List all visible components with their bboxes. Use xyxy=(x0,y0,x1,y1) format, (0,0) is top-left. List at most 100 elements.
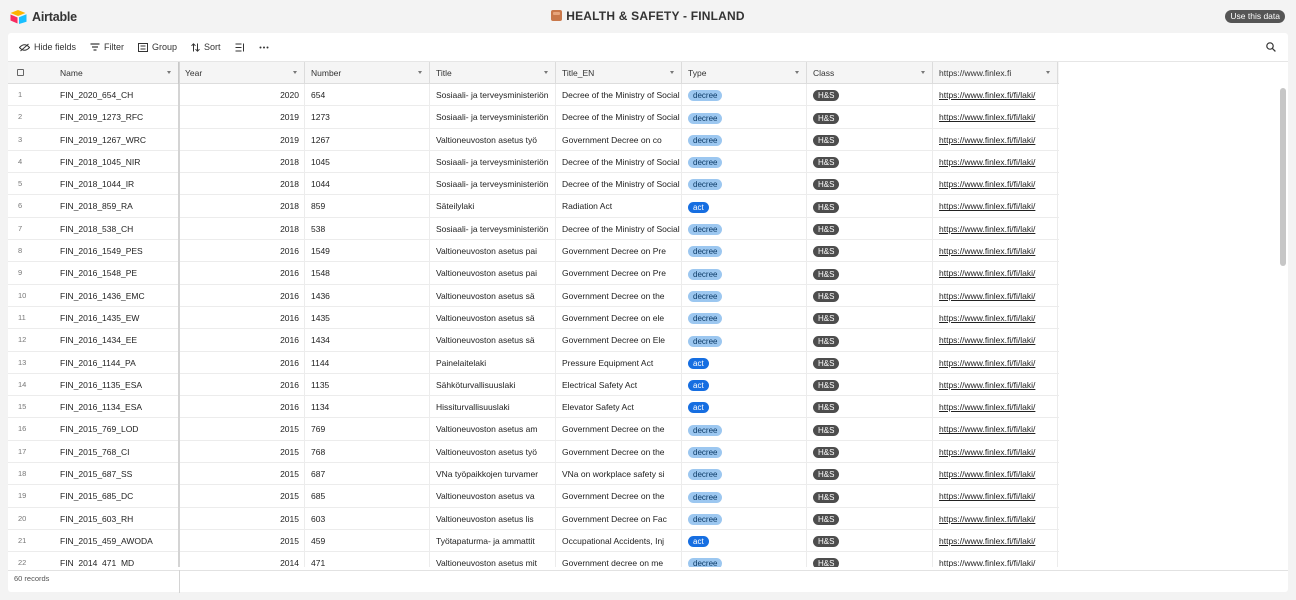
cell-number[interactable]: 1044 xyxy=(305,173,430,196)
cell-name[interactable]: FIN_2015_687_SS xyxy=(54,463,179,486)
cell-number[interactable]: 1267 xyxy=(305,128,430,151)
cell-year[interactable]: 2014 xyxy=(179,552,305,567)
cell-year[interactable]: 2016 xyxy=(179,240,305,263)
cell-class[interactable]: H&S xyxy=(807,440,933,464)
cell-year[interactable]: 2015 xyxy=(179,418,305,441)
cell-number[interactable]: 1135 xyxy=(305,373,430,397)
row-number[interactable]: 7 xyxy=(8,218,54,240)
cell-url[interactable]: https://www.finlex.fi/fi/laki/ xyxy=(933,529,1058,553)
cell-number[interactable]: 654 xyxy=(305,84,430,107)
table-row[interactable]: 2 FIN_2019_1273_RFC 2019 1273 Sosiaali- ja t… xyxy=(8,106,1059,129)
table-row[interactable]: 3 FIN_2019_1267_WRC 2019 1267 Valtioneuvosto… xyxy=(8,128,1059,151)
cell-url[interactable]: https://www.finlex.fi/fi/laki/ xyxy=(933,418,1058,441)
row-number[interactable]: 13 xyxy=(8,352,54,374)
cell-title[interactable]: VNa työpaikkojen turvamer xyxy=(430,463,556,486)
row-height-button[interactable] xyxy=(235,38,245,56)
cell-title[interactable]: Valtioneuvoston asetus sä xyxy=(430,306,556,330)
column-header-type[interactable]: Type xyxy=(682,62,807,84)
row-number[interactable]: 18 xyxy=(8,463,54,485)
cell-title[interactable]: Valtioneuvoston asetus työ xyxy=(430,440,556,464)
cell-number[interactable]: 1549 xyxy=(305,240,430,263)
cell-url[interactable]: https://www.finlex.fi/fi/laki/ xyxy=(933,351,1058,374)
cell-class[interactable]: H&S xyxy=(807,106,933,129)
cell-url[interactable]: https://www.finlex.fi/fi/laki/ xyxy=(933,284,1058,307)
row-number[interactable]: 14 xyxy=(8,374,54,396)
cell-class[interactable]: H&S xyxy=(807,262,933,285)
table-row[interactable]: 19 FIN_2015_685_DC 2015 685 Valtioneuvoston … xyxy=(8,485,1059,508)
cell-url[interactable]: https://www.finlex.fi/fi/laki/ xyxy=(933,396,1058,419)
table-row[interactable]: 17 FIN_2015_768_CI 2015 768 Valtioneuvoston … xyxy=(8,440,1059,464)
row-number[interactable]: 8 xyxy=(8,240,54,262)
more-options-button[interactable] xyxy=(259,38,269,56)
cell-name[interactable]: FIN_2015_459_AWODA xyxy=(54,529,179,553)
group-button[interactable]: Group xyxy=(138,38,177,56)
row-number[interactable]: 15 xyxy=(8,396,54,418)
vertical-scrollbar[interactable] xyxy=(1280,88,1286,266)
row-number[interactable]: 3 xyxy=(8,129,54,151)
cell-name[interactable]: FIN_2019_1267_WRC xyxy=(54,128,179,151)
cell-year[interactable]: 2018 xyxy=(179,195,305,218)
cell-number[interactable]: 1273 xyxy=(305,106,430,129)
cell-title[interactable]: Sosiaali- ja terveysministeriön xyxy=(430,84,556,107)
cell-year[interactable]: 2015 xyxy=(179,485,305,508)
table-row[interactable]: 1 FIN_2020_654_CH 2020 654 Sosiaali- ja terv… xyxy=(8,84,1059,107)
cell-title[interactable]: Valtioneuvoston asetus pai xyxy=(430,262,556,285)
cell-number[interactable]: 1434 xyxy=(305,329,430,352)
cell-title[interactable]: Valtioneuvoston asetus am xyxy=(430,418,556,441)
select-all-checkbox[interactable] xyxy=(17,69,24,76)
cell-number[interactable]: 685 xyxy=(305,485,430,508)
chevron-down-icon[interactable] xyxy=(670,71,674,74)
cell-title-en[interactable]: Government Decree on the xyxy=(556,485,682,508)
cell-class[interactable]: H&S xyxy=(807,396,933,419)
row-number[interactable]: 10 xyxy=(8,285,54,307)
cell-type[interactable]: decree xyxy=(682,418,807,441)
table-row[interactable]: 16 FIN_2015_769_LOD 2015 769 Valtioneuvoston… xyxy=(8,418,1059,441)
cell-number[interactable]: 1144 xyxy=(305,351,430,374)
cell-title-en[interactable]: Pressure Equipment Act xyxy=(556,351,682,374)
table-row[interactable]: 15 FIN_2016_1134_ESA 2016 1134 Hissiturvalli… xyxy=(8,396,1059,419)
use-this-data-button[interactable]: Use this data xyxy=(1225,10,1285,23)
cell-class[interactable]: H&S xyxy=(807,329,933,352)
cell-year[interactable]: 2016 xyxy=(179,396,305,419)
row-number[interactable]: 21 xyxy=(8,530,54,552)
cell-name[interactable]: FIN_2015_769_LOD xyxy=(54,418,179,441)
column-header-url[interactable]: https://www.finlex.fi xyxy=(933,62,1058,84)
cell-class[interactable]: H&S xyxy=(807,507,933,530)
row-number[interactable]: 5 xyxy=(8,173,54,195)
cell-name[interactable]: FIN_2015_685_DC xyxy=(54,485,179,508)
table-row[interactable]: 14 FIN_2016_1135_ESA 2016 1135 Sähköturvalli… xyxy=(8,373,1059,397)
cell-title-en[interactable]: Government Decree on the xyxy=(556,440,682,464)
table-row[interactable]: 5 FIN_2018_1044_IR 2018 1044 Sosiaali- ja te… xyxy=(8,173,1059,196)
cell-name[interactable]: FIN_2016_1134_ESA xyxy=(54,396,179,419)
cell-url[interactable]: https://www.finlex.fi/fi/laki/ xyxy=(933,128,1058,151)
cell-number[interactable]: 768 xyxy=(305,440,430,464)
cell-year[interactable]: 2016 xyxy=(179,284,305,307)
cell-name[interactable]: FIN_2016_1144_PA xyxy=(54,351,179,374)
chevron-down-icon[interactable] xyxy=(1046,71,1050,74)
cell-title[interactable]: Valtioneuvoston asetus va xyxy=(430,485,556,508)
cell-name[interactable]: FIN_2015_603_RH xyxy=(54,507,179,530)
cell-number[interactable]: 859 xyxy=(305,195,430,218)
cell-type[interactable]: decree xyxy=(682,306,807,330)
cell-year[interactable]: 2016 xyxy=(179,351,305,374)
cell-title[interactable]: Valtioneuvoston asetus mit xyxy=(430,552,556,567)
cell-name[interactable]: FIN_2018_1044_IR xyxy=(54,173,179,196)
cell-number[interactable]: 1045 xyxy=(305,150,430,174)
table-row[interactable]: 10 FIN_2016_1436_EMC 2016 1436 Valtioneuvost… xyxy=(8,284,1059,307)
search-button[interactable] xyxy=(1266,42,1276,54)
cell-title-en[interactable]: Decree of the Ministry of Social xyxy=(556,106,682,129)
cell-year[interactable]: 2015 xyxy=(179,507,305,530)
cell-name[interactable]: FIN_2018_1045_NIR xyxy=(54,150,179,174)
row-number[interactable]: 20 xyxy=(8,508,54,530)
row-number[interactable]: 19 xyxy=(8,485,54,507)
chevron-down-icon[interactable] xyxy=(544,71,548,74)
cell-type[interactable]: decree xyxy=(682,217,807,241)
cell-number[interactable]: 471 xyxy=(305,552,430,567)
cell-year[interactable]: 2019 xyxy=(179,128,305,151)
cell-class[interactable]: H&S xyxy=(807,195,933,218)
cell-title-en[interactable]: Government Decree on Pre xyxy=(556,240,682,263)
table-row[interactable]: 22 FIN_2014_471_MD 2014 471 Valtioneuvoston … xyxy=(8,552,1059,567)
cell-name[interactable]: FIN_2019_1273_RFC xyxy=(54,106,179,129)
cell-class[interactable]: H&S xyxy=(807,552,933,567)
cell-url[interactable]: https://www.finlex.fi/fi/laki/ xyxy=(933,84,1058,107)
